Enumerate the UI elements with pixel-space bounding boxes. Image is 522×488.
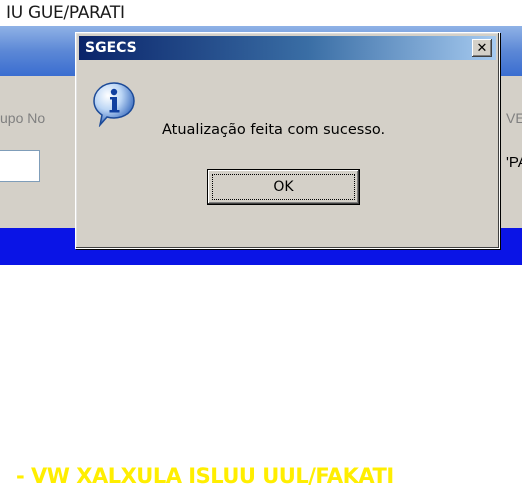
ok-button[interactable]: OK xyxy=(207,169,360,205)
ok-focus-rect xyxy=(212,174,355,200)
close-button[interactable]: ✕ xyxy=(472,39,492,57)
background-group-label: upo No xyxy=(0,110,46,126)
close-icon: ✕ xyxy=(476,40,488,56)
message-dialog: SGECS ✕ Atualização feita com sucesso. O… xyxy=(75,32,500,249)
background-banner-text: - VW XALXULA ISLUU UUL/FAKATI xyxy=(16,464,394,488)
info-icon xyxy=(93,82,135,127)
background-right-label: VE xyxy=(506,110,522,126)
background-window-header: IU GUE/PARATI xyxy=(0,0,522,26)
dialog-titlebar[interactable]: SGECS ✕ xyxy=(79,36,496,60)
dialog-title: SGECS xyxy=(85,40,137,56)
dialog-message: Atualização feita com sucesso. xyxy=(162,122,386,138)
background-group-input[interactable] xyxy=(0,150,40,182)
background-window-title: IU GUE/PARATI xyxy=(6,3,125,23)
background-right-field-text: 'PA xyxy=(506,154,522,171)
